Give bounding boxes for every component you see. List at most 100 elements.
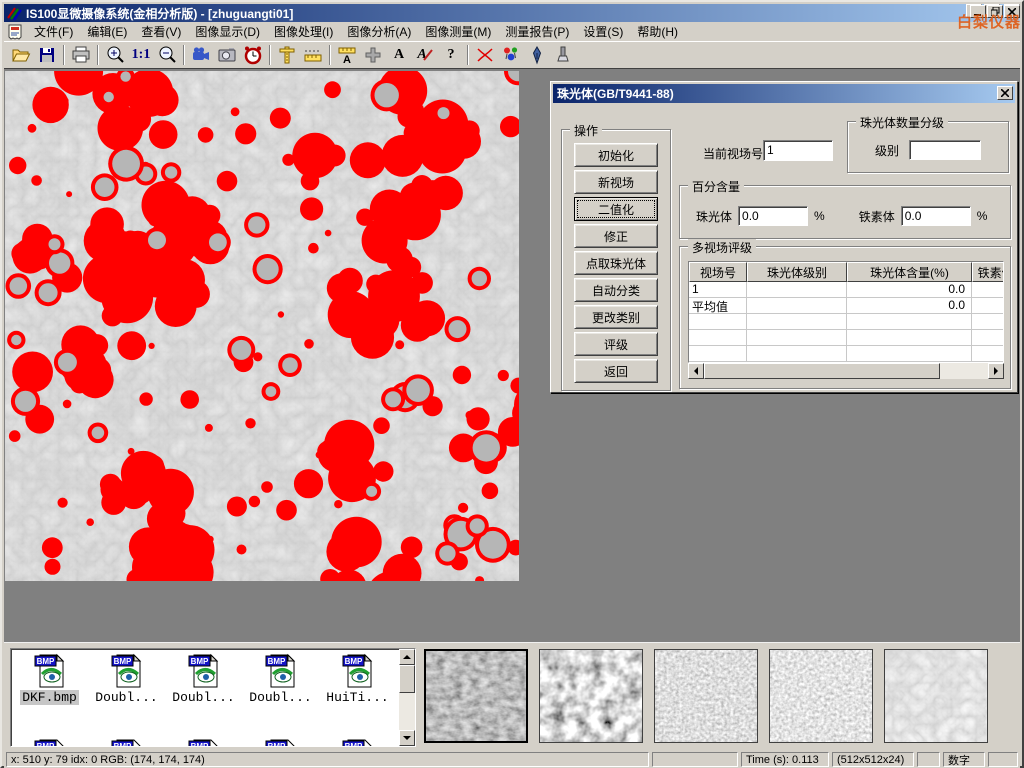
multifield-group: 多视场评级 视场号 珠光体级别 珠光体含量(%) 铁素体含量(%) 1 0.0: [679, 246, 1011, 389]
file-item[interactable]: BMP: [88, 737, 165, 746]
initialize-button[interactable]: 初始化: [574, 143, 658, 167]
time-panel: Time (s): 0.113: [741, 752, 829, 767]
change-class-button[interactable]: 更改类别: [574, 305, 658, 329]
percent-sign: %: [814, 209, 825, 223]
bmp-file-icon: BMP: [33, 652, 67, 688]
grade-button[interactable]: 评级: [574, 332, 658, 356]
scroll-up-button[interactable]: [399, 649, 415, 665]
caliper-measure-button[interactable]: [274, 43, 300, 67]
file-item[interactable]: BMP DKF.bmp: [11, 652, 88, 705]
file-item[interactable]: BMP: [165, 737, 242, 746]
pen-tool-button[interactable]: [524, 43, 550, 67]
help-icon: ?: [448, 47, 455, 63]
return-button[interactable]: 返回: [574, 359, 658, 383]
menu-item-view[interactable]: 查看(V): [134, 21, 188, 42]
clock-icon: [243, 45, 263, 65]
table-row[interactable]: 1 0.0: [689, 282, 1003, 298]
menu-item-file[interactable]: 文件(F): [27, 21, 80, 42]
grid-button[interactable]: [360, 43, 386, 67]
file-item[interactable]: BMP: [11, 737, 88, 746]
column-header[interactable]: 铁素体含量(%): [972, 262, 1004, 282]
auto-classify-button[interactable]: 自动分类: [574, 278, 658, 302]
grade-input[interactable]: [909, 140, 981, 160]
menu-item-image-processing[interactable]: 图像处理(I): [267, 21, 340, 42]
column-header[interactable]: 珠光体含量(%): [847, 262, 972, 282]
menu-item-image-analysis[interactable]: 图像分析(A): [340, 21, 418, 42]
menu-item-settings[interactable]: 设置(S): [576, 21, 630, 42]
title-bar[interactable]: IS100显微摄像系统(金相分析版) - [zhuguangti01]: [4, 4, 1020, 22]
dialog-close-button[interactable]: [997, 86, 1013, 100]
menu-item-measure-report[interactable]: 测量报告(P): [498, 21, 576, 42]
menu-item-edit[interactable]: 编辑(E): [80, 21, 134, 42]
svg-text:BMP: BMP: [190, 742, 208, 746]
pearlite-percent-input[interactable]: 0.0: [738, 206, 808, 226]
scrollbar-thumb[interactable]: [399, 665, 415, 693]
thumbnail-image[interactable]: [884, 649, 988, 743]
toolbar-separator: [97, 45, 99, 65]
table-cell: 0.0: [847, 298, 972, 314]
menu-item-image-display[interactable]: 图像显示(D): [188, 21, 267, 42]
column-header[interactable]: 珠光体级别: [747, 262, 847, 282]
open-button[interactable]: [8, 43, 34, 67]
video-capture-button[interactable]: [188, 43, 214, 67]
thumbnail-image[interactable]: [654, 649, 758, 743]
grid-cross-icon: [363, 45, 383, 65]
scrollbar-thumb[interactable]: [704, 363, 940, 379]
table-row[interactable]: 平均值 0.0: [689, 298, 1003, 314]
menu-item-help[interactable]: 帮助(H): [630, 21, 685, 42]
rating-table[interactable]: 视场号 珠光体级别 珠光体含量(%) 铁素体含量(%) 1 0.0: [688, 261, 1004, 363]
file-name[interactable]: Doubl...: [170, 690, 236, 705]
scroll-down-button[interactable]: [399, 730, 415, 746]
table-row[interactable]: [689, 314, 1003, 330]
svg-text:BMP: BMP: [113, 657, 131, 666]
table-row[interactable]: [689, 346, 1003, 362]
actual-size-button[interactable]: 1:1: [128, 43, 154, 67]
curve-tool-button[interactable]: [472, 43, 498, 67]
dialog-title-bar[interactable]: 珠光体(GB/T9441-88): [553, 84, 1015, 103]
table-cell: 1: [689, 282, 747, 298]
zoom-in-button[interactable]: [102, 43, 128, 67]
text-tool-icon: A: [394, 47, 404, 63]
file-item[interactable]: BMP: [319, 737, 396, 746]
print-button[interactable]: [68, 43, 94, 67]
snapshot-button[interactable]: [214, 43, 240, 67]
scroll-left-button[interactable]: [688, 363, 704, 379]
zoom-out-button[interactable]: [154, 43, 180, 67]
bmp-file-icon: BMP: [187, 652, 221, 688]
timer-button[interactable]: [240, 43, 266, 67]
file-name[interactable]: DKF.bmp: [20, 690, 79, 705]
scroll-right-button[interactable]: [988, 363, 1004, 379]
help-button[interactable]: ?: [438, 43, 464, 67]
thumbnail-image[interactable]: [539, 649, 643, 743]
particle-analysis-button[interactable]: [498, 43, 524, 67]
ferrite-percent-input[interactable]: 0.0: [901, 206, 971, 226]
thumbnail-image[interactable]: [769, 649, 873, 743]
save-button[interactable]: [34, 43, 60, 67]
file-name[interactable]: Doubl...: [93, 690, 159, 705]
pick-pearlite-button[interactable]: 点取珠光体: [574, 251, 658, 275]
menu-item-image-measure[interactable]: 图像测量(M): [418, 21, 498, 42]
file-item[interactable]: BMP HuiTi...: [319, 652, 396, 705]
file-list-scrollbar[interactable]: [399, 649, 415, 746]
thumbnail-image[interactable]: [424, 649, 528, 743]
brush-tool-button[interactable]: [550, 43, 576, 67]
column-header[interactable]: 视场号: [689, 262, 747, 282]
file-item[interactable]: BMP: [242, 737, 319, 746]
table-row[interactable]: [689, 330, 1003, 346]
annotate-tool-button[interactable]: A: [412, 43, 438, 67]
document-icon[interactable]: [7, 24, 23, 40]
file-name[interactable]: HuiTi...: [324, 690, 390, 705]
file-item[interactable]: BMP Doubl...: [242, 652, 319, 705]
micrograph-image[interactable]: [5, 71, 519, 581]
table-horizontal-scrollbar[interactable]: [688, 363, 1004, 379]
file-item[interactable]: BMP Doubl...: [165, 652, 242, 705]
scale-calibration-button[interactable]: A: [334, 43, 360, 67]
binarize-button[interactable]: 二值化: [574, 197, 658, 221]
current-field-input[interactable]: 1: [763, 140, 833, 161]
new-field-button[interactable]: 新视场: [574, 170, 658, 194]
file-item[interactable]: BMP Doubl...: [88, 652, 165, 705]
file-name[interactable]: Doubl...: [247, 690, 313, 705]
text-tool-button[interactable]: A: [386, 43, 412, 67]
ruler-measure-button[interactable]: [300, 43, 326, 67]
correct-button[interactable]: 修正: [574, 224, 658, 248]
